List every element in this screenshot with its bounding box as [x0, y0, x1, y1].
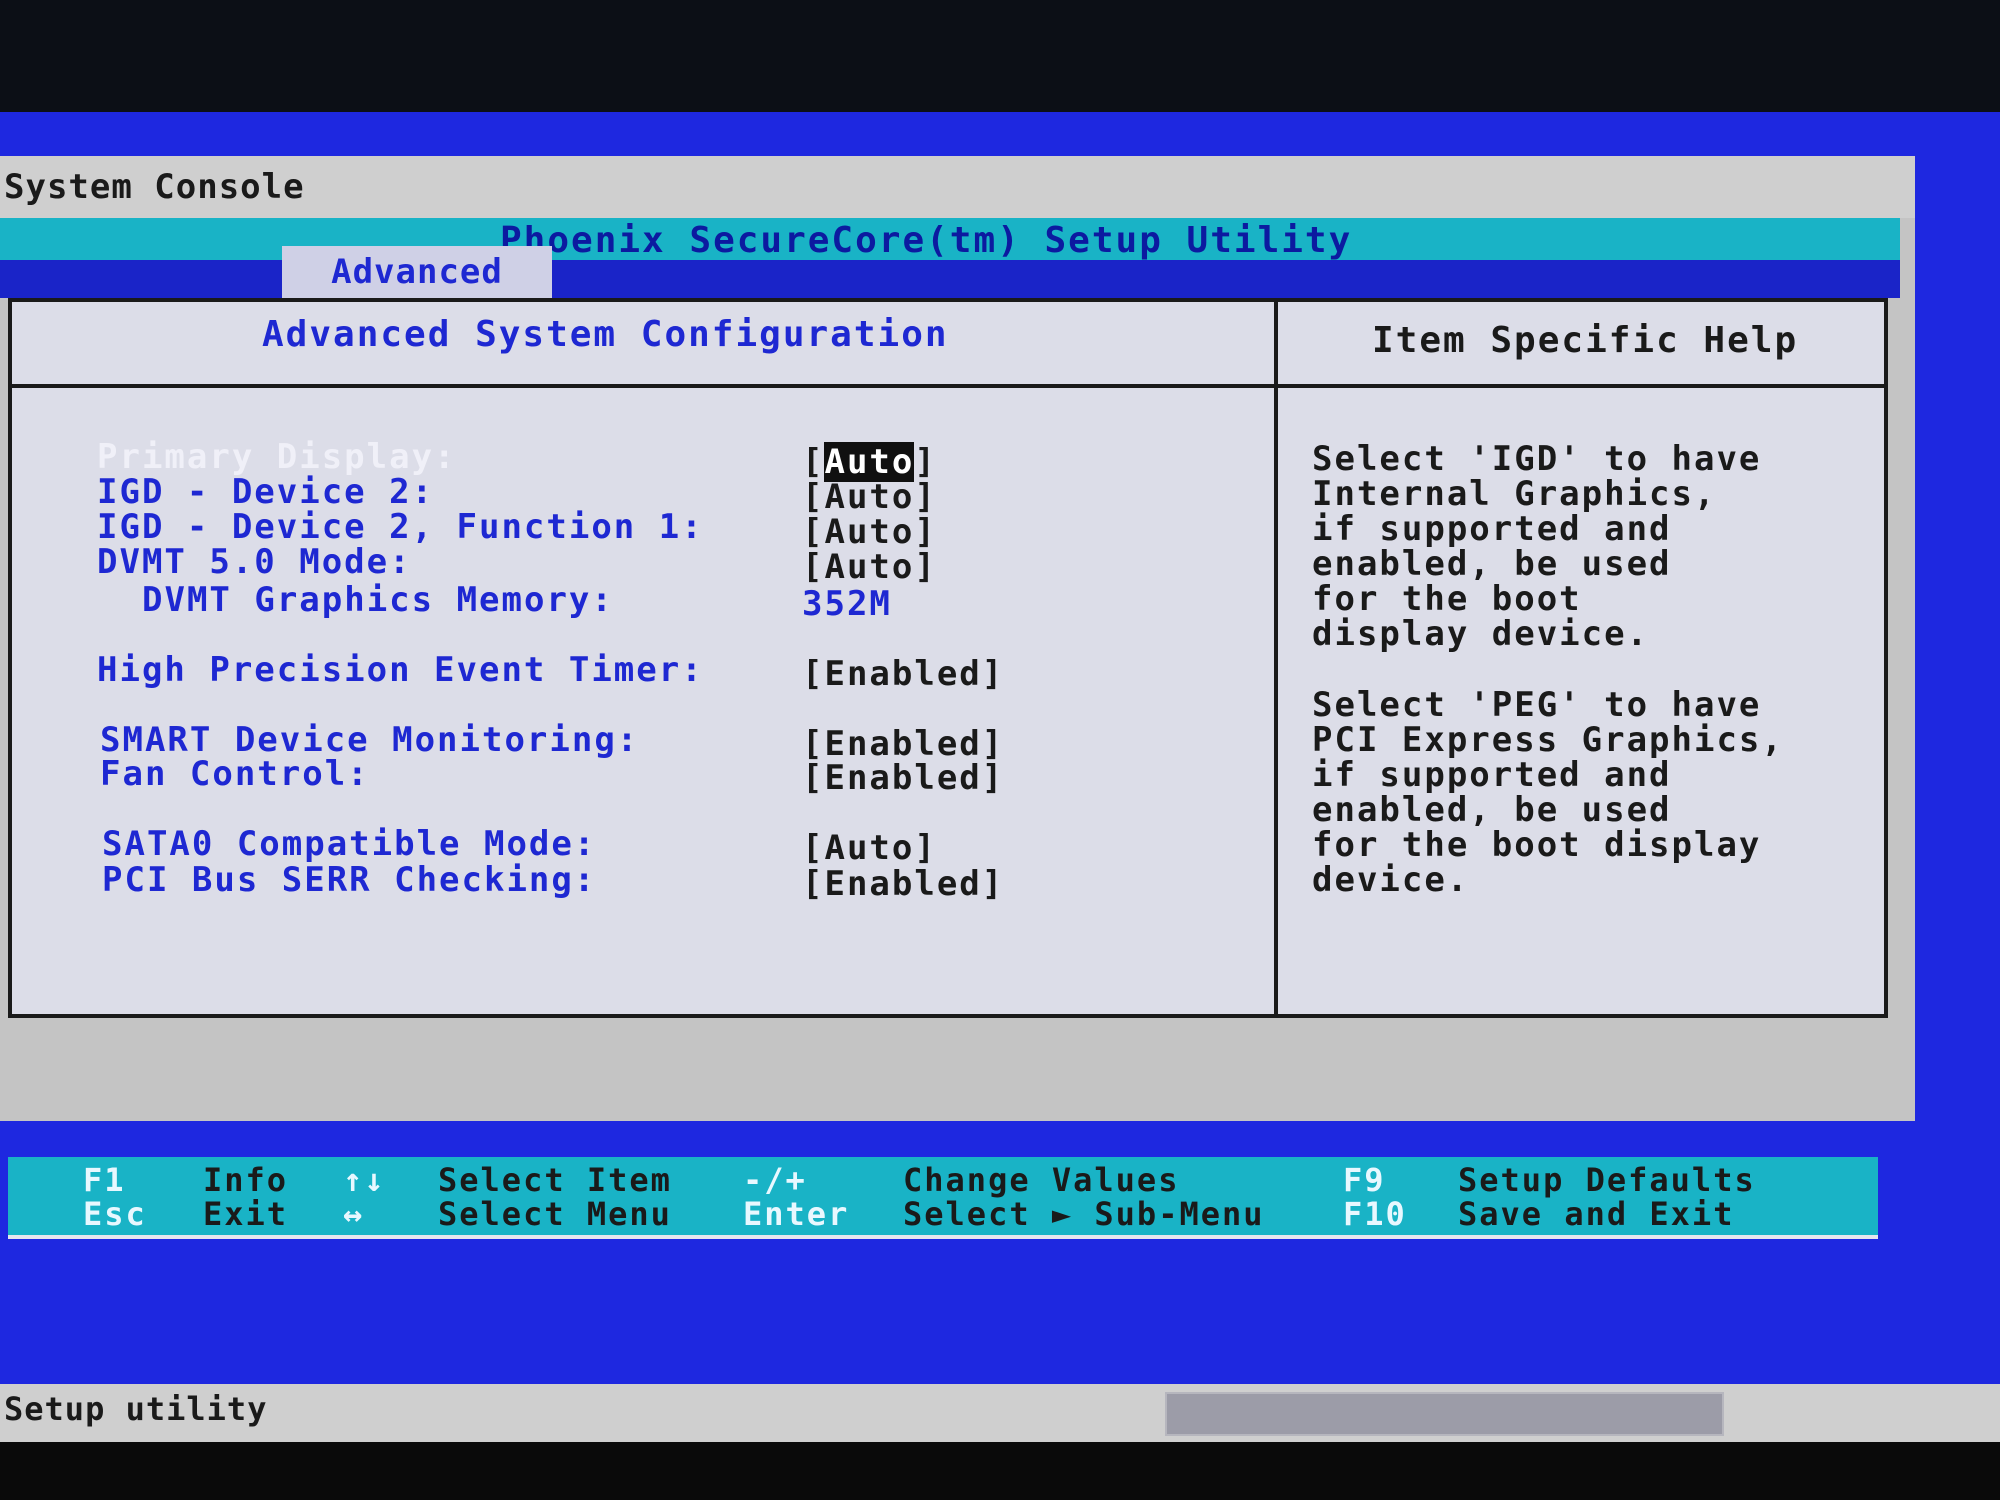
setting-value-dvmt-graphics-memory: 352M — [802, 584, 892, 624]
setting-value-primary-display[interactable]: [Auto] — [802, 442, 937, 482]
tab-advanced[interactable]: Advanced — [282, 246, 552, 298]
key-esc: Esc — [83, 1195, 147, 1233]
key-f10-desc: Save and Exit — [1458, 1195, 1735, 1233]
help-section-header: Item Specific Help — [1372, 320, 1799, 361]
key-f9-desc: Setup Defaults — [1458, 1161, 1756, 1199]
key-f10: F10 — [1343, 1195, 1407, 1233]
setting-label-igd-device-2-function-1: IGD - Device 2, Function 1: — [97, 507, 704, 547]
key-enter: Enter — [743, 1195, 850, 1233]
console-progress-bar — [1165, 1392, 1724, 1436]
key-leftright-icon: ↔ — [343, 1195, 365, 1233]
main-section-header: Advanced System Configuration — [262, 314, 949, 355]
setting-value-dvmt-mode[interactable]: [Auto] — [802, 547, 937, 587]
key-leftright-desc: Select Menu — [438, 1195, 672, 1233]
setting-value-hpet[interactable]: [Enabled] — [802, 654, 1004, 694]
key-f1: F1 — [83, 1161, 126, 1199]
key-plusminus-desc: Change Values — [903, 1161, 1180, 1199]
setting-value-pci-serr[interactable]: [Enabled] — [802, 864, 1004, 904]
setting-label-fan-control: Fan Control: — [100, 754, 370, 794]
key-f1-desc: Info — [203, 1161, 289, 1199]
setting-label-igd-device-2: IGD - Device 2: — [97, 472, 435, 512]
setting-label-hpet: High Precision Event Timer: — [97, 650, 704, 690]
setting-label-dvmt-graphics-memory: DVMT Graphics Memory: — [142, 580, 614, 620]
selected-value: Auto — [824, 442, 915, 482]
key-esc-desc: Exit — [203, 1195, 289, 1233]
settings-panel: Advanced System Configuration Item Speci… — [8, 298, 1888, 1018]
window-title: System Console — [0, 156, 1915, 218]
setting-label-pci-serr: PCI Bus SERR Checking: — [102, 860, 597, 900]
key-enter-desc: Select ► Sub-Menu — [903, 1195, 1265, 1233]
help-paragraph-peg: Select 'PEG' to have PCI Express Graphic… — [1312, 685, 1784, 900]
setting-value-fan-control[interactable]: [Enabled] — [802, 758, 1004, 798]
setting-label-primary-display: Primary Display: — [97, 437, 457, 477]
bracket-open: [ — [802, 442, 825, 482]
help-paragraph-igd: Select 'IGD' to have Internal Graphics, … — [1312, 439, 1762, 654]
header-divider — [12, 384, 1884, 388]
key-updown-desc: Select Item — [438, 1161, 672, 1199]
setting-label-dvmt-mode: DVMT 5.0 Mode: — [97, 542, 412, 582]
key-f9: F9 — [1343, 1161, 1386, 1199]
console-status-strip: Setup utility — [0, 1384, 2000, 1442]
setting-value-sata0-mode[interactable]: [Auto] — [802, 828, 937, 868]
console-status-text: Setup utility — [4, 1390, 268, 1428]
monitor-bezel-bottom — [0, 1442, 2000, 1500]
help-divider — [1274, 302, 1278, 1014]
setting-value-igd-device-2[interactable]: [Auto] — [802, 477, 937, 517]
system-console-window: System Console Phoenix SecureCore(tm) Se… — [0, 156, 1915, 1121]
key-updown-icon: ↑↓ — [343, 1161, 386, 1199]
setting-value-igd-device-2-function-1[interactable]: [Auto] — [802, 512, 937, 552]
bracket-close: ] — [914, 442, 937, 482]
key-legend-bar: F1 Info Esc Exit ↑↓ Select Item ↔ Select… — [8, 1157, 1878, 1239]
bios-screen: System Console Phoenix SecureCore(tm) Se… — [0, 112, 2000, 1442]
key-plusminus: -/+ — [743, 1161, 807, 1199]
setting-label-sata0-mode: SATA0 Compatible Mode: — [102, 824, 597, 864]
utility-title: Phoenix SecureCore(tm) Setup Utility — [500, 220, 1353, 261]
